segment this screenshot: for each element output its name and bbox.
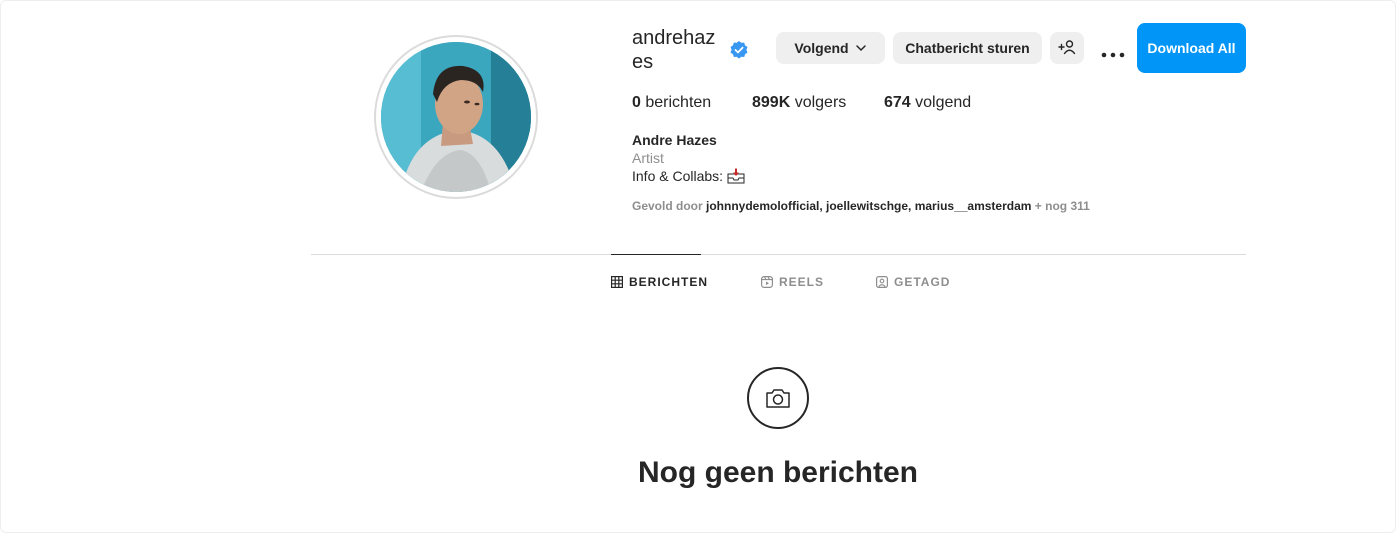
tab-reels-label: REELS	[779, 275, 825, 289]
tab-tagged-label: GETAGD	[894, 275, 951, 289]
send-message-button[interactable]: Chatbericht sturen	[893, 32, 1042, 64]
followers-count: 899K	[752, 94, 791, 111]
inbox-tray-icon	[727, 168, 745, 184]
tabs-divider	[311, 254, 1246, 255]
camera-icon	[747, 367, 809, 429]
more-options-icon[interactable]	[1101, 45, 1125, 58]
suggest-users-button[interactable]	[1050, 32, 1084, 64]
send-message-label: Chatbericht sturen	[905, 40, 1030, 56]
followers-label: volgers	[794, 94, 847, 111]
following-button-label: Volgend	[794, 40, 849, 56]
tagged-icon	[876, 276, 888, 288]
empty-state-title: Nog geen berichten	[637, 456, 919, 489]
followed-by-line[interactable]: Gevold door johnnydemolofficial, joellew…	[632, 199, 1090, 213]
verified-badge-icon	[729, 40, 749, 60]
chevron-down-icon	[855, 42, 867, 54]
posts-count: 0	[632, 94, 641, 111]
download-all-button[interactable]: Download All	[1137, 23, 1246, 73]
following-dropdown-button[interactable]: Volgend	[776, 32, 885, 64]
tab-reels[interactable]: REELS	[761, 274, 824, 290]
profile-category: Artist	[632, 150, 664, 166]
add-person-icon	[1058, 39, 1076, 58]
active-tab-indicator	[611, 254, 701, 255]
followers-count-stat[interactable]: 899K volgers	[752, 94, 846, 112]
profile-display-name: Andre Hazes	[632, 132, 717, 148]
tab-posts[interactable]: BERICHTEN	[611, 274, 708, 290]
followed-by-more: + nog 311	[1034, 199, 1090, 213]
reels-icon	[761, 276, 773, 288]
tab-posts-label: BERICHTEN	[629, 275, 709, 289]
following-count: 674	[884, 94, 911, 111]
followed-by-names: johnnydemolofficial, joellewitschge, mar…	[706, 199, 1032, 213]
download-all-label: Download All	[1147, 40, 1236, 56]
profile-avatar[interactable]	[374, 35, 538, 199]
grid-icon	[611, 276, 623, 288]
avatar-image	[381, 42, 531, 192]
page-frame	[0, 0, 1396, 533]
following-label: volgend	[915, 94, 972, 111]
following-count-stat[interactable]: 674 volgend	[884, 94, 971, 112]
followed-by-prefix: Gevold door	[632, 199, 703, 213]
posts-label: berichten	[645, 94, 712, 111]
profile-bio: Info & Collabs:	[632, 168, 745, 184]
profile-username: andrehazes	[632, 27, 716, 73]
posts-count-stat: 0 berichten	[632, 94, 711, 112]
tab-tagged[interactable]: GETAGD	[876, 274, 950, 290]
bio-text: Info & Collabs:	[632, 168, 724, 184]
